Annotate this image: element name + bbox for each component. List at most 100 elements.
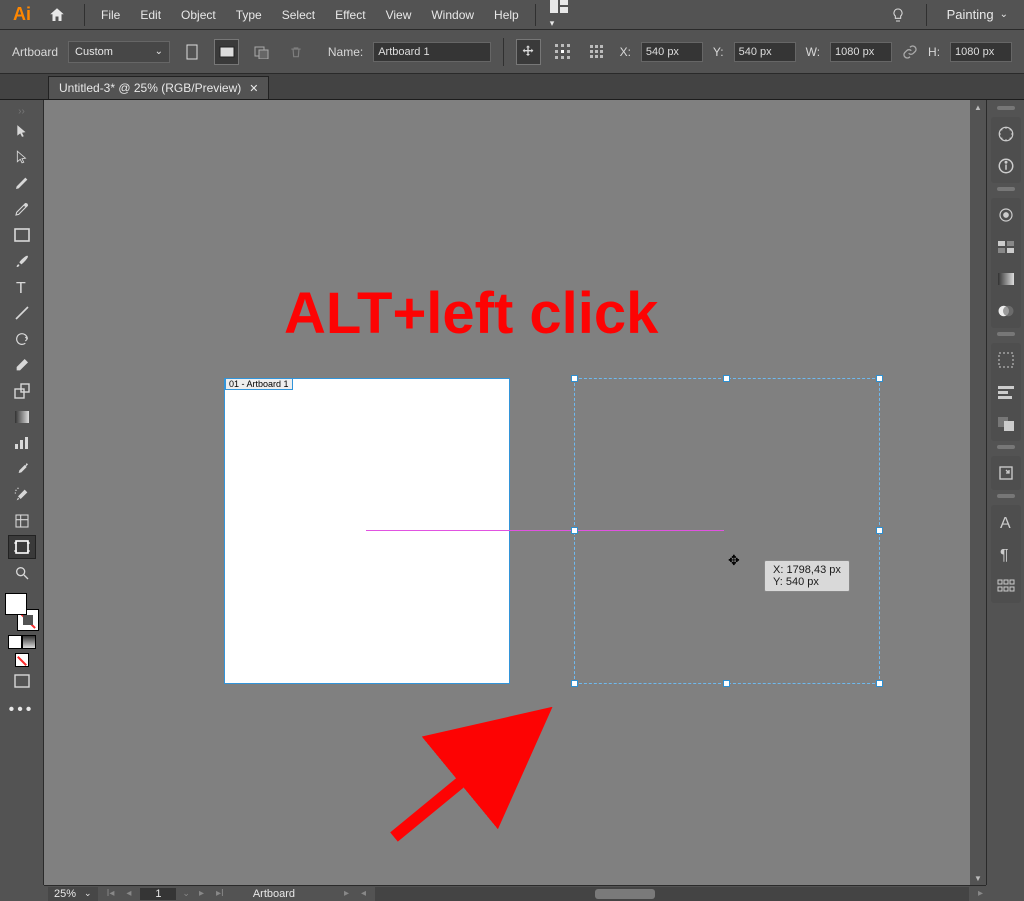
new-artboard-button[interactable] [249, 39, 273, 65]
resize-handle[interactable] [723, 375, 730, 382]
eraser-tool[interactable] [8, 353, 36, 377]
vertical-scrollbar[interactable]: ▲ ▼ [970, 100, 986, 885]
close-tab-icon[interactable]: ✕ [249, 82, 258, 95]
color-mode-gradient[interactable] [22, 635, 36, 649]
w-input[interactable] [830, 42, 892, 62]
glyphs-panel-icon[interactable] [993, 573, 1019, 599]
x-input[interactable] [641, 42, 703, 62]
menu-edit[interactable]: Edit [130, 4, 171, 26]
scroll-down-icon[interactable]: ▼ [970, 871, 986, 885]
chevron-down-icon[interactable]: ⌄ [182, 888, 190, 899]
pen-tool[interactable] [8, 171, 36, 195]
eyedropper-tool[interactable] [8, 457, 36, 481]
paragraph-panel-icon[interactable]: ¶ [993, 541, 1019, 567]
artboard-tool[interactable] [8, 535, 36, 559]
resize-handle[interactable] [571, 375, 578, 382]
link-wh-icon[interactable] [902, 44, 918, 60]
panel-drag-handle[interactable] [997, 494, 1015, 498]
edit-toolbar-button[interactable]: ••• [9, 701, 35, 719]
selection-tool[interactable] [8, 119, 36, 143]
screen-mode-button[interactable] [8, 669, 36, 693]
svg-text:A: A [1000, 515, 1011, 531]
menu-window[interactable]: Window [421, 4, 484, 26]
scroll-up-icon[interactable]: ▲ [970, 100, 986, 114]
artboard-number-input[interactable]: 1 [140, 888, 176, 900]
line-tool[interactable] [8, 301, 36, 325]
panel-drag-handle[interactable] [997, 106, 1015, 110]
y-input[interactable] [734, 42, 796, 62]
document-tab[interactable]: Untitled-3* @ 25% (RGB/Preview) ✕ [48, 76, 269, 99]
export-panel-icon[interactable] [993, 460, 1019, 486]
arrange-docs-icon[interactable]: ▾ [542, 0, 576, 31]
panel-drag-handle[interactable] [997, 187, 1015, 191]
panel-drag-handle[interactable] [997, 332, 1015, 336]
menu-object[interactable]: Object [171, 4, 226, 26]
workspace-switcher[interactable]: Painting ⌄ [947, 7, 1008, 22]
color-panel-icon[interactable] [993, 202, 1019, 228]
gradient-tool[interactable] [8, 405, 36, 429]
preset-value: Custom [75, 46, 113, 58]
menu-help[interactable]: Help [484, 4, 529, 26]
statusbar-menu-button[interactable]: ▸ [341, 888, 352, 899]
scroll-right-button[interactable]: ▸ [975, 888, 986, 899]
zoom-select[interactable]: 25% ⌄ [48, 887, 98, 901]
align-panel-icon[interactable] [993, 379, 1019, 405]
slice-tool[interactable] [8, 509, 36, 533]
delete-artboard-button[interactable] [283, 39, 307, 65]
scale-tool[interactable] [8, 379, 36, 403]
zoom-tool[interactable] [8, 561, 36, 585]
prev-artboard-button[interactable]: ◂ [123, 888, 134, 899]
orientation-portrait-button[interactable] [180, 39, 204, 65]
resize-handle[interactable] [876, 527, 883, 534]
menu-effect[interactable]: Effect [325, 4, 375, 26]
home-icon[interactable] [48, 6, 66, 24]
menu-file[interactable]: File [91, 4, 130, 26]
artboard-1[interactable]: 01 - Artboard 1 [224, 378, 510, 684]
next-artboard-button[interactable]: ▸ [196, 888, 207, 899]
resize-handle[interactable] [876, 680, 883, 687]
last-artboard-button[interactable]: ▸І [213, 888, 227, 899]
mode-label: Artboard [12, 45, 58, 59]
artboard-name-input[interactable] [373, 42, 491, 62]
type-tool[interactable]: T [8, 275, 36, 299]
symbol-sprayer-tool[interactable] [8, 483, 36, 507]
direct-selection-tool[interactable] [8, 145, 36, 169]
resize-handle[interactable] [723, 680, 730, 687]
first-artboard-button[interactable]: І◂ [104, 888, 118, 899]
info-panel-icon[interactable] [993, 153, 1019, 179]
pathfinder-panel-icon[interactable] [993, 411, 1019, 437]
transparency-panel-icon[interactable] [993, 298, 1019, 324]
gradient-panel-icon[interactable] [993, 266, 1019, 292]
paintbrush-tool[interactable] [8, 249, 36, 273]
resize-handle[interactable] [876, 375, 883, 382]
artboard-options-button[interactable] [585, 39, 609, 65]
menu-select[interactable]: Select [272, 4, 325, 26]
move-with-artboard-button[interactable] [516, 39, 540, 65]
menu-type[interactable]: Type [226, 4, 272, 26]
color-mode-none[interactable] [15, 653, 29, 667]
color-mode-fill[interactable] [8, 635, 22, 649]
fill-stroke-swatch[interactable] [5, 593, 39, 631]
h-input[interactable] [950, 42, 1012, 62]
artboard-preset-select[interactable]: Custom ⌄ [68, 41, 170, 63]
horizontal-scrollbar[interactable] [375, 887, 969, 901]
curvature-tool[interactable] [8, 197, 36, 221]
rotate-tool[interactable] [8, 327, 36, 351]
column-graph-tool[interactable] [8, 431, 36, 455]
reference-point-button[interactable] [551, 39, 575, 65]
scroll-left-button[interactable]: ◂ [358, 888, 369, 899]
transform-panel-icon[interactable] [993, 347, 1019, 373]
rectangle-tool[interactable] [8, 223, 36, 247]
canvas[interactable]: 01 - Artboard 1 ✥ X: 1798,43 px Y: 540 p… [44, 100, 986, 885]
properties-panel-icon[interactable] [993, 121, 1019, 147]
resize-handle[interactable] [571, 527, 578, 534]
artboard-copy-outline[interactable] [574, 378, 880, 684]
panel-drag-handle[interactable] [997, 445, 1015, 449]
h-label: H: [928, 45, 940, 59]
menu-view[interactable]: View [376, 4, 422, 26]
orientation-landscape-button[interactable] [214, 39, 238, 65]
swatches-panel-icon[interactable] [993, 234, 1019, 260]
lightbulb-icon[interactable] [890, 6, 906, 24]
resize-handle[interactable] [571, 680, 578, 687]
character-panel-icon[interactable]: A [993, 509, 1019, 535]
